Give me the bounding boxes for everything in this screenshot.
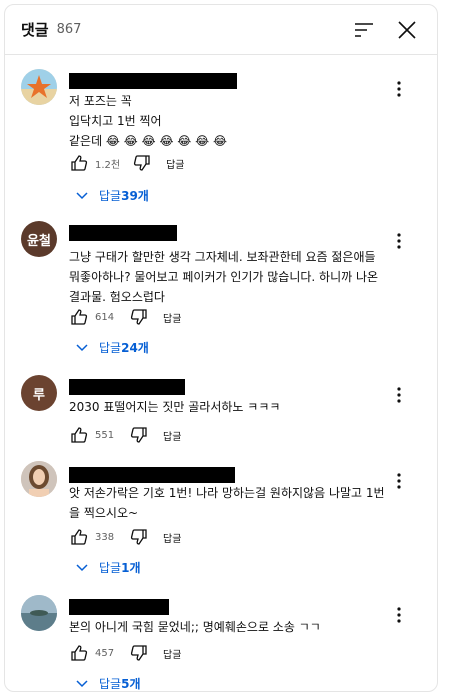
thumbs-up-icon <box>71 427 88 443</box>
more-options-icon[interactable] <box>389 79 409 99</box>
landscape-avatar-image <box>21 595 57 631</box>
view-replies-button[interactable]: 답글 39개 <box>75 185 149 205</box>
thumbs-up-icon <box>71 645 88 661</box>
comment-item: 윤철 그냥 구태가 할만한 생각 그자체네. 보좌관한테 요즘 젊은애들 뭐좋아… <box>5 221 437 361</box>
thumbs-down-icon <box>130 645 147 661</box>
like-button[interactable] <box>69 425 89 445</box>
reply-button[interactable]: 답글 <box>163 428 181 443</box>
view-replies-button[interactable]: 답글 1개 <box>75 557 140 577</box>
reply-button[interactable]: 답글 <box>166 156 184 171</box>
avatar-initials: 윤철 <box>27 233 51 249</box>
author-name-redacted <box>69 379 185 395</box>
replies-count: 39개 <box>121 188 149 203</box>
avatar[interactable]: 루 <box>21 375 57 411</box>
comment-item: 앗 저손가락은 기호 1번! 나라 망하는걸 원하지않음 나말고 1번을 찍으시… <box>5 461 437 581</box>
like-button[interactable] <box>69 307 89 327</box>
reply-button[interactable]: 답글 <box>163 530 181 545</box>
avatar[interactable] <box>21 69 57 105</box>
starfish-avatar-image <box>21 69 57 105</box>
chevron-down-icon <box>76 192 88 200</box>
dislike-button[interactable] <box>129 307 149 327</box>
comment-text: 본의 아니게 국힘 묻었네;; 명예훼손으로 소송 ㄱㄱ <box>69 620 321 634</box>
replies-count: 1개 <box>121 560 141 575</box>
comment-text: 앗 저손가락은 기호 1번! 나라 망하는걸 원하지않음 나말고 1번을 찍으시… <box>69 486 385 520</box>
replies-label: 답글 <box>99 560 122 575</box>
comment-item: 루 2030 표떨어지는 짓만 골라서하노 ㅋㅋㅋ 551 답글 <box>5 375 437 455</box>
dislike-button[interactable] <box>129 643 149 663</box>
dislike-button[interactable] <box>129 425 149 445</box>
chevron-down-icon <box>76 344 88 352</box>
reply-button[interactable]: 답글 <box>163 310 181 325</box>
comments-panel: 댓글 867 저 포즈는 꼭 입닥치고 1번 찍어 같은데 😂 😂 😂 😂 😂 … <box>4 4 438 692</box>
replies-label: 답글 <box>99 676 122 691</box>
chevron-down-icon <box>76 680 88 688</box>
like-button[interactable] <box>69 527 89 547</box>
view-replies-button[interactable]: 답글 24개 <box>75 337 149 357</box>
like-button[interactable] <box>69 643 89 663</box>
more-options-icon[interactable] <box>389 385 409 405</box>
comment-actions: 338 답글 <box>69 527 181 547</box>
avatar-initials: 루 <box>33 387 45 403</box>
comment-actions: 551 답글 <box>69 425 181 445</box>
comments-header: 댓글 867 <box>5 5 437 55</box>
sort-icon[interactable] <box>353 20 375 40</box>
like-count: 457 <box>95 647 115 659</box>
like-button[interactable] <box>69 153 89 173</box>
avatar[interactable]: 윤철 <box>21 221 57 257</box>
like-count: 551 <box>95 429 115 441</box>
comment-actions: 457 답글 <box>69 643 181 663</box>
avatar[interactable] <box>21 595 57 631</box>
comment-text: 2030 표떨어지는 짓만 골라서하노 ㅋㅋㅋ <box>69 400 281 414</box>
comments-count: 867 <box>56 22 82 37</box>
more-options-icon[interactable] <box>389 605 409 625</box>
comments-title: 댓글 <box>21 21 49 39</box>
thumbs-down-icon <box>134 155 150 171</box>
replies-label: 답글 <box>99 188 122 203</box>
author-name-redacted <box>69 225 177 241</box>
comment-actions: 614 답글 <box>69 307 181 327</box>
dislike-button[interactable] <box>129 527 149 547</box>
more-options-icon[interactable] <box>389 471 409 491</box>
thumbs-up-icon <box>71 155 88 171</box>
reply-button[interactable]: 답글 <box>163 646 181 661</box>
author-name-redacted <box>69 599 169 615</box>
more-options-icon[interactable] <box>389 231 409 251</box>
comment-item: 본의 아니게 국힘 묻었네;; 명예훼손으로 소송 ㄱㄱ 457 답글 답글 5… <box>5 595 437 691</box>
author-name-redacted <box>69 467 235 483</box>
thumbs-up-icon <box>71 529 88 545</box>
person-avatar-image <box>21 461 57 497</box>
thumbs-down-icon <box>130 309 147 325</box>
comment-text: 저 포즈는 꼭 입닥치고 1번 찍어 같은데 😂 😂 😂 😂 😂 😂 😂 <box>69 94 227 148</box>
comment-text: 그냥 구태가 할만한 생각 그자체네. 보좌관한테 요즘 젊은애들 뭐좋아하나?… <box>69 250 379 304</box>
thumbs-up-icon <box>71 309 88 325</box>
comment-item: 저 포즈는 꼭 입닥치고 1번 찍어 같은데 😂 😂 😂 😂 😂 😂 😂 1.2… <box>5 69 437 209</box>
dislike-button[interactable] <box>132 153 152 173</box>
comment-actions: 1.2천 답글 <box>69 153 185 173</box>
replies-count: 24개 <box>121 340 149 355</box>
like-count: 338 <box>95 531 115 543</box>
thumbs-down-icon <box>130 529 147 545</box>
chevron-down-icon <box>76 564 88 572</box>
close-icon[interactable] <box>395 18 419 42</box>
like-count: 1.2천 <box>95 159 121 171</box>
author-name-redacted <box>69 73 237 89</box>
replies-label: 답글 <box>99 340 122 355</box>
replies-count: 5개 <box>121 676 141 691</box>
like-count: 614 <box>95 311 115 323</box>
view-replies-button[interactable]: 답글 5개 <box>75 673 141 691</box>
thumbs-down-icon <box>130 427 147 443</box>
avatar[interactable] <box>21 461 57 497</box>
